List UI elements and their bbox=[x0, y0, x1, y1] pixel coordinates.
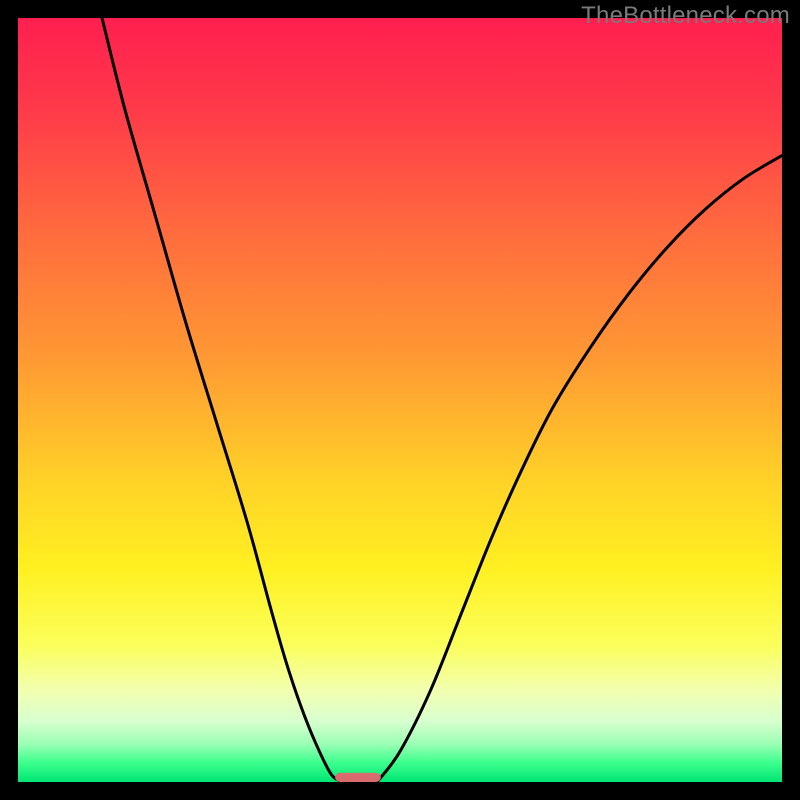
optimal-marker bbox=[335, 773, 381, 782]
bottleneck-chart bbox=[18, 18, 782, 782]
chart-frame: TheBottleneck.com bbox=[0, 0, 800, 800]
attribution-watermark: TheBottleneck.com bbox=[581, 2, 790, 30]
plot-area bbox=[18, 18, 782, 782]
